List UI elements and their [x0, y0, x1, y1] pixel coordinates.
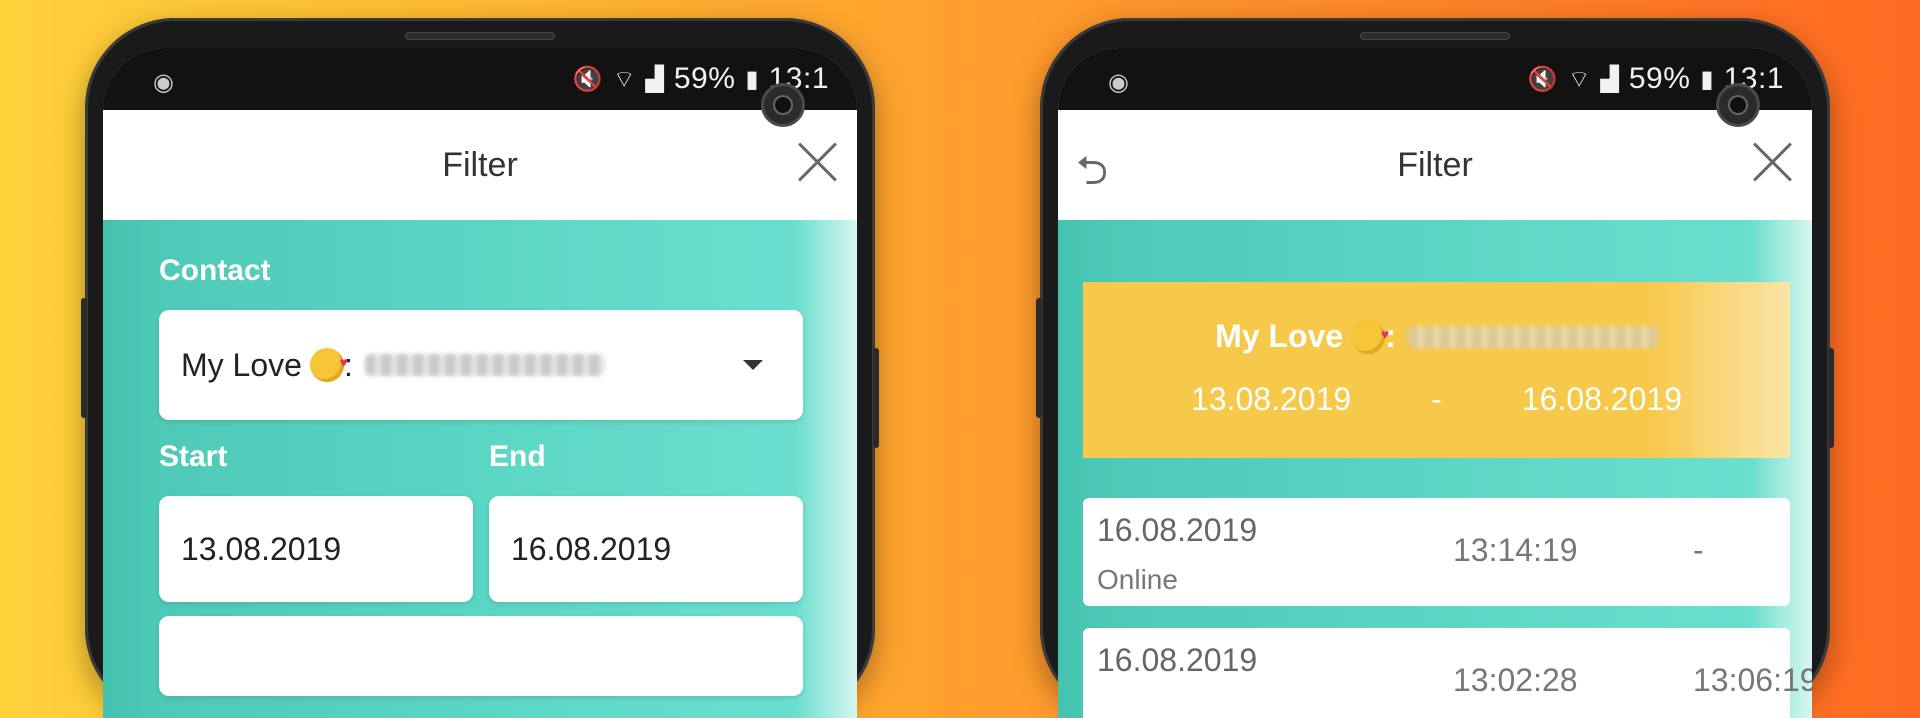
app-bar: ⮌ Filter — [1058, 110, 1812, 220]
start-label: Start — [159, 440, 228, 473]
power-button — [873, 348, 879, 448]
battery-icon: ▮ — [745, 65, 759, 93]
signal-icon: ▟ — [645, 65, 664, 93]
session-start-time: 13:14:19 — [1453, 532, 1578, 568]
kiss-emoji-icon — [309, 348, 348, 382]
wifi-icon: ⌔ — [1567, 66, 1591, 93]
phone-right: ◉ 🔇 ⌔ ▟ 59% ▮ 13:1 ⮌ Filter My Love : — [1036, 18, 1834, 718]
end-date-value: 16.08.2019 — [511, 530, 672, 567]
screen: ◉ 🔇 ⌔ ▟ 59% ▮ 13:1 Filter Contact My Lov… — [103, 48, 857, 718]
blurred-phone-number — [1407, 325, 1658, 348]
signal-icon: ▟ — [1600, 65, 1619, 93]
session-end-time: 13:06:19 — [1693, 662, 1812, 698]
battery-percent: 59% — [673, 62, 736, 95]
screen: ◉ 🔇 ⌔ ▟ 59% ▮ 13:1 ⮌ Filter My Love : — [1058, 48, 1812, 718]
blurred-phone-number — [364, 354, 605, 376]
battery-icon: ▮ — [1700, 65, 1714, 93]
contact-dropdown[interactable]: My Love : — [159, 310, 803, 420]
contact-name: My Love — [181, 346, 302, 383]
volume-button — [81, 298, 87, 418]
volume-button — [1036, 298, 1042, 418]
end-date-field[interactable]: 16.08.2019 — [489, 496, 803, 602]
summary-start-date: 13.08.2019 — [1191, 381, 1352, 417]
mute-icon: 🔇 — [1527, 65, 1558, 93]
results-list: My Love : 13.08.2019 - 16.08.2019 16.08.… — [1058, 220, 1812, 718]
contact-label: Contact — [159, 254, 271, 287]
power-button — [1828, 348, 1834, 448]
wifi-icon: ⌔ — [612, 66, 636, 93]
close-icon[interactable] — [791, 136, 843, 188]
earpiece-speaker — [405, 32, 555, 40]
back-icon[interactable]: ⮌ — [1076, 142, 1126, 193]
session-status: Online — [1097, 564, 1178, 595]
phone-left: ◉ 🔇 ⌔ ▟ 59% ▮ 13:1 Filter Contact My Lov… — [81, 18, 879, 718]
end-label: End — [489, 440, 546, 473]
status-bar: ◉ 🔇 ⌔ ▟ 59% ▮ 13:1 — [103, 48, 857, 110]
list-item[interactable]: 16.08.2019 13:02:28 13:06:19 — [1083, 628, 1812, 718]
earpiece-speaker — [1360, 32, 1510, 40]
session-date: 16.08.2019 — [1097, 642, 1258, 678]
summary-date-range: 13.08.2019 - 16.08.2019 — [1083, 381, 1790, 418]
app-bar: Filter — [103, 110, 857, 220]
filter-form: Contact My Love : Start End 13.08.2019 1… — [103, 220, 857, 718]
page-title: Filter — [442, 145, 518, 184]
summary-contact-name: My Love — [1215, 318, 1344, 354]
mute-icon: 🔇 — [572, 65, 603, 93]
notification-icon: ◉ — [153, 69, 174, 96]
status-bar: ◉ 🔇 ⌔ ▟ 59% ▮ 13:1 — [1058, 48, 1812, 110]
battery-percent: 59% — [1628, 62, 1691, 95]
list-item[interactable]: 16.08.2019 Online 13:14:19 - — [1083, 498, 1790, 606]
session-end-time: - — [1693, 532, 1704, 568]
front-camera — [761, 83, 805, 127]
front-camera — [1716, 83, 1760, 127]
summary-end-date: 16.08.2019 — [1521, 381, 1682, 417]
filter-summary-card: My Love : 13.08.2019 - 16.08.2019 — [1083, 282, 1790, 458]
start-date-value: 13.08.2019 — [181, 530, 342, 567]
start-date-field[interactable]: 13.08.2019 — [159, 496, 473, 602]
session-start-time: 13:02:28 — [1453, 662, 1578, 698]
session-date: 16.08.2019 — [1097, 512, 1258, 548]
next-field[interactable] — [159, 616, 803, 696]
chevron-down-icon[interactable] — [743, 360, 763, 370]
summary-contact-line: My Love : — [1083, 318, 1790, 355]
notification-icon: ◉ — [1108, 69, 1129, 96]
close-icon[interactable] — [1746, 136, 1798, 188]
page-title: Filter — [1397, 145, 1473, 184]
summary-separator: - — [1431, 381, 1442, 417]
kiss-emoji-icon — [1351, 319, 1389, 354]
